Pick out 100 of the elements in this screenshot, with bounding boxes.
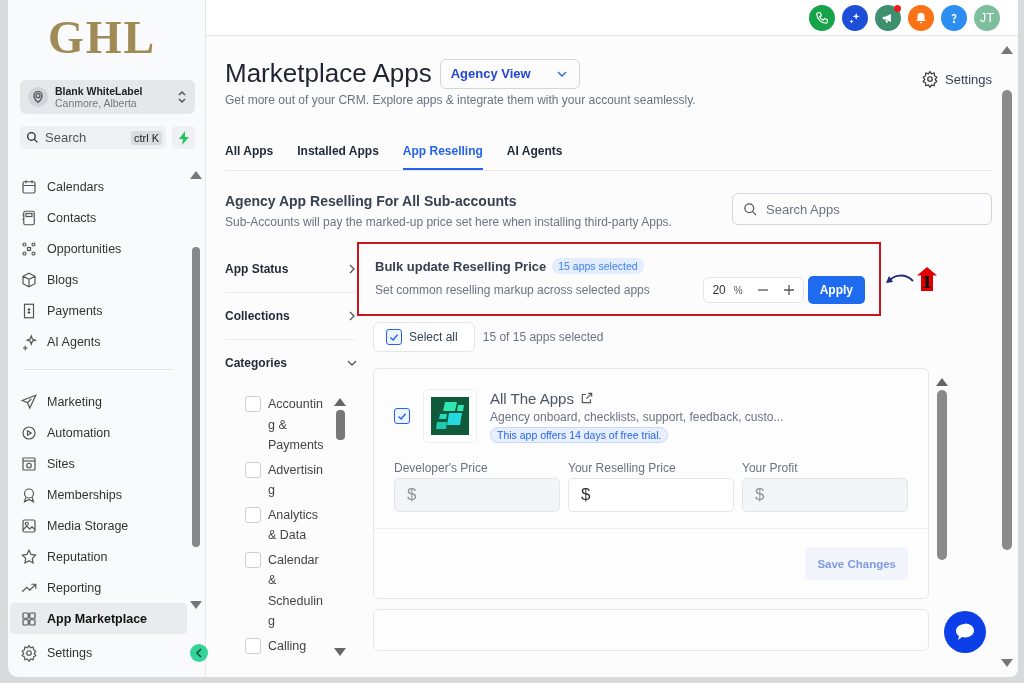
nav-item[interactable]: Sites bbox=[10, 448, 187, 479]
nav-item[interactable]: AI Agents bbox=[10, 326, 187, 357]
page-subtitle: Get more out of your CRM. Explore apps & integrate them with your account seamlessly. bbox=[225, 93, 696, 107]
scroll-down-icon[interactable] bbox=[334, 648, 346, 656]
apply-button[interactable]: Apply bbox=[807, 276, 865, 304]
phone-button[interactable] bbox=[809, 4, 835, 31]
nav-item[interactable]: Media Storage bbox=[10, 510, 187, 541]
nav-item[interactable]: Calendars bbox=[10, 171, 187, 202]
nav-item[interactable]: Reputation bbox=[10, 541, 187, 572]
search-input[interactable]: Search bbox=[43, 129, 127, 146]
chat-button[interactable] bbox=[944, 611, 986, 653]
settings-button[interactable]: Settings bbox=[921, 70, 992, 88]
nav-item[interactable]: Memberships bbox=[10, 479, 187, 510]
filter-header[interactable]: App Status bbox=[225, 262, 357, 293]
scrollbar-thumb[interactable] bbox=[937, 390, 947, 560]
markup-stepper[interactable]: 20 % bbox=[703, 277, 804, 303]
megaphone-button[interactable] bbox=[875, 4, 901, 31]
category-label: Advertising bbox=[268, 461, 324, 499]
section-title: Agency App Reselling For All Sub-accounts bbox=[225, 193, 518, 209]
scroll-up-icon[interactable] bbox=[334, 398, 346, 406]
scroll-up-icon[interactable] bbox=[936, 378, 948, 386]
category-checkbox[interactable] bbox=[245, 396, 261, 412]
settings-link[interactable]: Settings bbox=[10, 641, 190, 665]
category-label: Calling bbox=[268, 637, 308, 655]
field-label: Your Reselling Price bbox=[568, 461, 677, 475]
scrollbar-thumb[interactable] bbox=[1002, 90, 1012, 550]
scroll-up-icon[interactable] bbox=[1001, 46, 1013, 54]
scroll-down-icon[interactable] bbox=[190, 601, 202, 609]
nav-item[interactable]: Blogs bbox=[10, 264, 187, 295]
nav-item[interactable]: Payments bbox=[10, 295, 187, 326]
price-field[interactable]: $ bbox=[568, 478, 734, 512]
search-apps-field[interactable]: Search Apps bbox=[732, 193, 992, 225]
nav-item[interactable]: App Marketplace bbox=[10, 603, 187, 634]
nav-item[interactable]: Automation bbox=[10, 417, 187, 448]
image-icon bbox=[20, 516, 38, 535]
selected-count-badge: 15 apps selected bbox=[552, 258, 644, 274]
app-name: All The Apps bbox=[490, 389, 574, 407]
tab[interactable]: App Reselling bbox=[402, 144, 483, 170]
external-link-icon[interactable] bbox=[579, 391, 594, 405]
search-field[interactable]: Search ctrl K bbox=[20, 126, 166, 149]
scroll-down-icon[interactable] bbox=[1001, 659, 1013, 667]
nav-item[interactable]: Contacts bbox=[10, 202, 187, 233]
location-icon bbox=[28, 87, 48, 107]
nav-item[interactable]: Opportunities bbox=[10, 233, 187, 264]
phone-icon bbox=[815, 10, 829, 25]
dots-grid-icon bbox=[20, 239, 38, 258]
tab[interactable]: AI Agents bbox=[506, 144, 563, 170]
chat-bubble-icon bbox=[955, 623, 975, 641]
cube-icon bbox=[20, 270, 38, 289]
bulk-update-title: Bulk update Reselling Price bbox=[375, 258, 547, 274]
trial-badge: This app offers 14 days of free trial. bbox=[490, 426, 669, 443]
category-label: Accounting & Payments bbox=[268, 396, 325, 454]
plus-icon[interactable] bbox=[782, 284, 795, 296]
checkbox[interactable] bbox=[386, 329, 402, 345]
nav-item[interactable]: Reporting bbox=[10, 572, 187, 603]
tab[interactable]: Installed Apps bbox=[297, 144, 379, 170]
category-checkbox[interactable] bbox=[245, 637, 261, 654]
bell-icon bbox=[914, 10, 928, 25]
field-label: Developer's Price bbox=[394, 461, 489, 475]
logo: GHL bbox=[48, 12, 157, 64]
help-button[interactable] bbox=[941, 4, 967, 31]
category-checkbox[interactable] bbox=[245, 551, 261, 568]
category-checkbox[interactable] bbox=[245, 461, 261, 478]
chevron-down-icon bbox=[556, 70, 567, 77]
view-dropdown[interactable]: Agency View bbox=[439, 58, 580, 89]
category-checkbox[interactable] bbox=[245, 506, 261, 523]
chevron-icon bbox=[347, 311, 357, 321]
field-label: Your Profit bbox=[742, 461, 799, 475]
filter-header[interactable]: Categories bbox=[225, 356, 357, 386]
scrollbar-thumb[interactable] bbox=[192, 247, 200, 547]
lightning-icon bbox=[177, 130, 190, 145]
chevron-icon bbox=[347, 358, 357, 368]
nav-item[interactable]: Marketing bbox=[10, 386, 187, 417]
scrollbar-thumb[interactable] bbox=[335, 410, 345, 440]
select-all-control[interactable]: Select all bbox=[373, 322, 475, 352]
app-checkbox[interactable] bbox=[394, 408, 410, 424]
scroll-up-icon[interactable] bbox=[190, 171, 202, 179]
settings-icon bbox=[921, 70, 939, 88]
collapse-button[interactable] bbox=[190, 644, 208, 662]
sparkle-button[interactable] bbox=[842, 4, 868, 31]
filter-header[interactable]: Collections bbox=[225, 309, 357, 340]
category-label: Analytics & Data bbox=[268, 506, 320, 544]
account-switcher[interactable]: Blank WhiteLabel Canmore, Alberta bbox=[20, 80, 195, 114]
category-label: Calendar & Scheduling bbox=[268, 551, 324, 630]
search-icon bbox=[743, 201, 758, 217]
app-description: Agency onboard, checklists, support, feedback, custo... bbox=[490, 409, 784, 424]
selection-count: 15 of 15 apps selected bbox=[482, 330, 604, 344]
calendar-icon bbox=[20, 177, 38, 196]
section-description: Sub-Accounts will pay the marked-up price set here when installing third-party Apps. bbox=[225, 214, 673, 230]
select-all-label: Select all bbox=[409, 330, 458, 344]
chevron-icon bbox=[347, 264, 357, 274]
browser-icon bbox=[20, 454, 38, 473]
notifications-button[interactable] bbox=[908, 4, 934, 31]
search-apps-input[interactable]: Search Apps bbox=[764, 200, 981, 218]
shortcut-badge: ctrl K bbox=[130, 130, 162, 145]
grid-icon bbox=[20, 609, 38, 628]
tab[interactable]: All Apps bbox=[225, 144, 274, 170]
search-icon bbox=[26, 131, 39, 144]
bulk-update-description: Set common reselling markup across selected apps bbox=[375, 283, 651, 297]
chevron-left-icon bbox=[195, 648, 203, 658]
